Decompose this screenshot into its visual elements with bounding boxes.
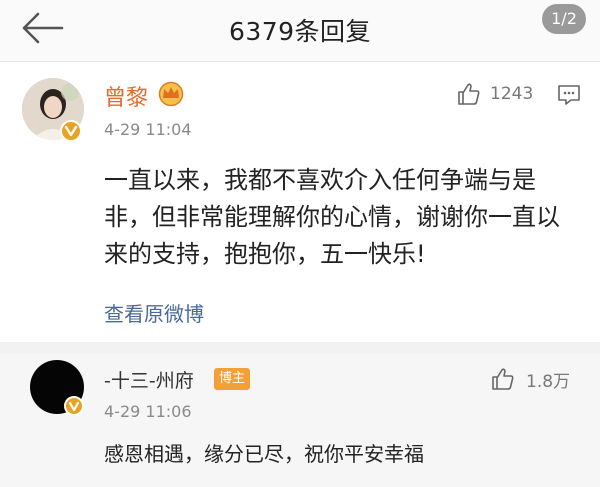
top-bar: 6379条回复 1/2 xyxy=(0,0,600,62)
view-original-link[interactable]: 查看原微博 xyxy=(104,298,204,327)
page-indicator: 1/2 xyxy=(542,4,586,34)
thumbs-up-icon xyxy=(492,368,514,390)
reply-like-count: 1.8万 xyxy=(526,371,571,392)
like-button[interactable]: 1243 xyxy=(456,80,533,108)
verified-badge xyxy=(60,120,82,142)
page-title: 6379条回复 xyxy=(228,17,372,46)
comment-icon[interactable] xyxy=(556,82,582,108)
blogger-tag: 博主 xyxy=(214,368,251,390)
thumbs-up-icon xyxy=(458,83,480,105)
author-name[interactable]: 曾黎 xyxy=(104,80,148,112)
verified-badge xyxy=(64,396,84,416)
post-time: 4-29 11:04 xyxy=(104,120,192,139)
reply-text: 感恩相遇，缘分已尽，祝你平安幸福 xyxy=(104,442,424,466)
crown-icon xyxy=(158,81,184,106)
reply-like-button[interactable]: 1.8万 xyxy=(490,366,570,392)
like-count: 1243 xyxy=(490,84,534,104)
reply-author-name[interactable]: -十三-州府 xyxy=(104,366,194,393)
verified-v-icon xyxy=(68,401,80,412)
reply-item: -十三-州府 博主 1.8万 4-29 11:06 感恩相遇，缘分已尽，祝你平安… xyxy=(0,354,600,487)
original-comment: 曾黎 4-29 11:04 1243 一直以来，我都不喜欢介入任何争端与是非，但… xyxy=(0,62,600,342)
section-divider xyxy=(0,342,600,354)
reply-time: 4-29 11:06 xyxy=(104,402,192,421)
verified-v-icon xyxy=(64,125,78,137)
comment-text: 一直以来，我都不喜欢介入任何争端与是非，但非常能理解你的心情，谢谢你一直以来的支… xyxy=(104,166,560,268)
